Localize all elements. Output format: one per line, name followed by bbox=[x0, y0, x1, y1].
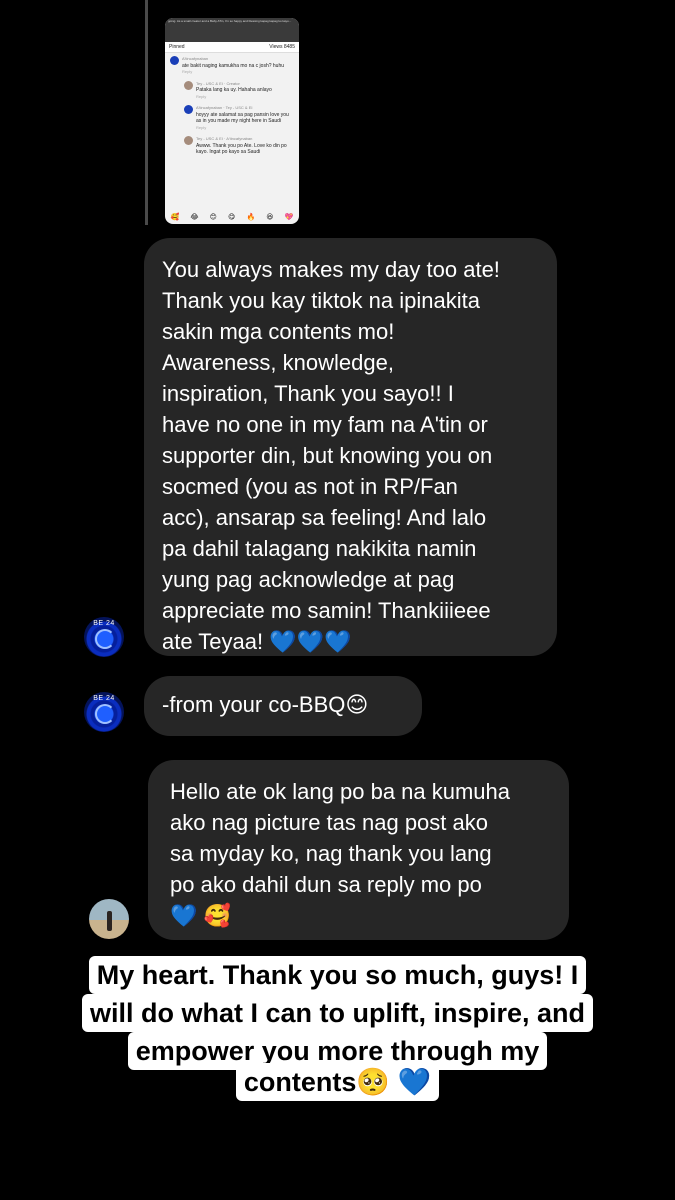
shared-screenshot-comment-bar: Pinned Views 8485 bbox=[165, 42, 299, 53]
comment-item: Tey - USC & EI · Creator Pataka lang ka … bbox=[184, 80, 294, 101]
emoji-laugh-icon: 😂 bbox=[190, 214, 199, 221]
emoji-smile-icon: 😊 bbox=[209, 214, 217, 221]
sender-avatar[interactable]: BE 24 bbox=[84, 692, 124, 732]
story-caption-line: My heart. Thank you so much, guys! I bbox=[0, 956, 675, 994]
sender-avatar-photo[interactable] bbox=[89, 899, 129, 939]
shared-screenshot-comments: A'tincafynaban ate bakit naging kamukha … bbox=[165, 53, 299, 164]
message-bubble[interactable]: You always makes my day too ate! Thank y… bbox=[144, 238, 557, 656]
shared-screenshot-attachment[interactable]: going. As a small creator and a Baby ATi… bbox=[165, 18, 299, 224]
emoji-love-icon: 🥰 bbox=[170, 214, 180, 221]
thread-connector-line bbox=[145, 0, 148, 225]
story-caption-line: contents🥺 💙 bbox=[0, 1063, 675, 1101]
commenter-avatar bbox=[184, 105, 193, 114]
commenter-avatar bbox=[170, 56, 179, 65]
commenter-avatar bbox=[184, 80, 193, 90]
message-bubble[interactable]: -from your co-BBQ😊 bbox=[144, 676, 422, 736]
emoji-grin-icon: 😆 bbox=[266, 214, 274, 221]
emoji-yum-icon: 😋 bbox=[228, 214, 236, 221]
message-bubble[interactable]: Hello ate ok lang po ba na kumuha ako na… bbox=[148, 760, 569, 940]
comment-item: A'tincafynaban · Tey - USC & EI hoyyy at… bbox=[184, 105, 294, 131]
shared-screenshot-header-text: going. As a small creator and a Baby ATi… bbox=[165, 18, 299, 42]
commenter-avatar bbox=[184, 136, 193, 145]
quick-emoji-bar: 🥰 😂 😊 😋 🔥 😆 💖 bbox=[165, 213, 299, 221]
sender-avatar[interactable]: BE 24 bbox=[84, 617, 124, 657]
emoji-heart-icon: 💖 bbox=[284, 214, 294, 221]
story-caption-line: will do what I can to uplift, inspire, a… bbox=[0, 994, 675, 1032]
emoji-fire-icon: 🔥 bbox=[246, 214, 256, 221]
comment-item: A'tincafynaban ate bakit naging kamukha … bbox=[170, 56, 294, 76]
comment-item: Tey - USC & EI · A'tincafynaban Awww. Th… bbox=[184, 136, 294, 156]
